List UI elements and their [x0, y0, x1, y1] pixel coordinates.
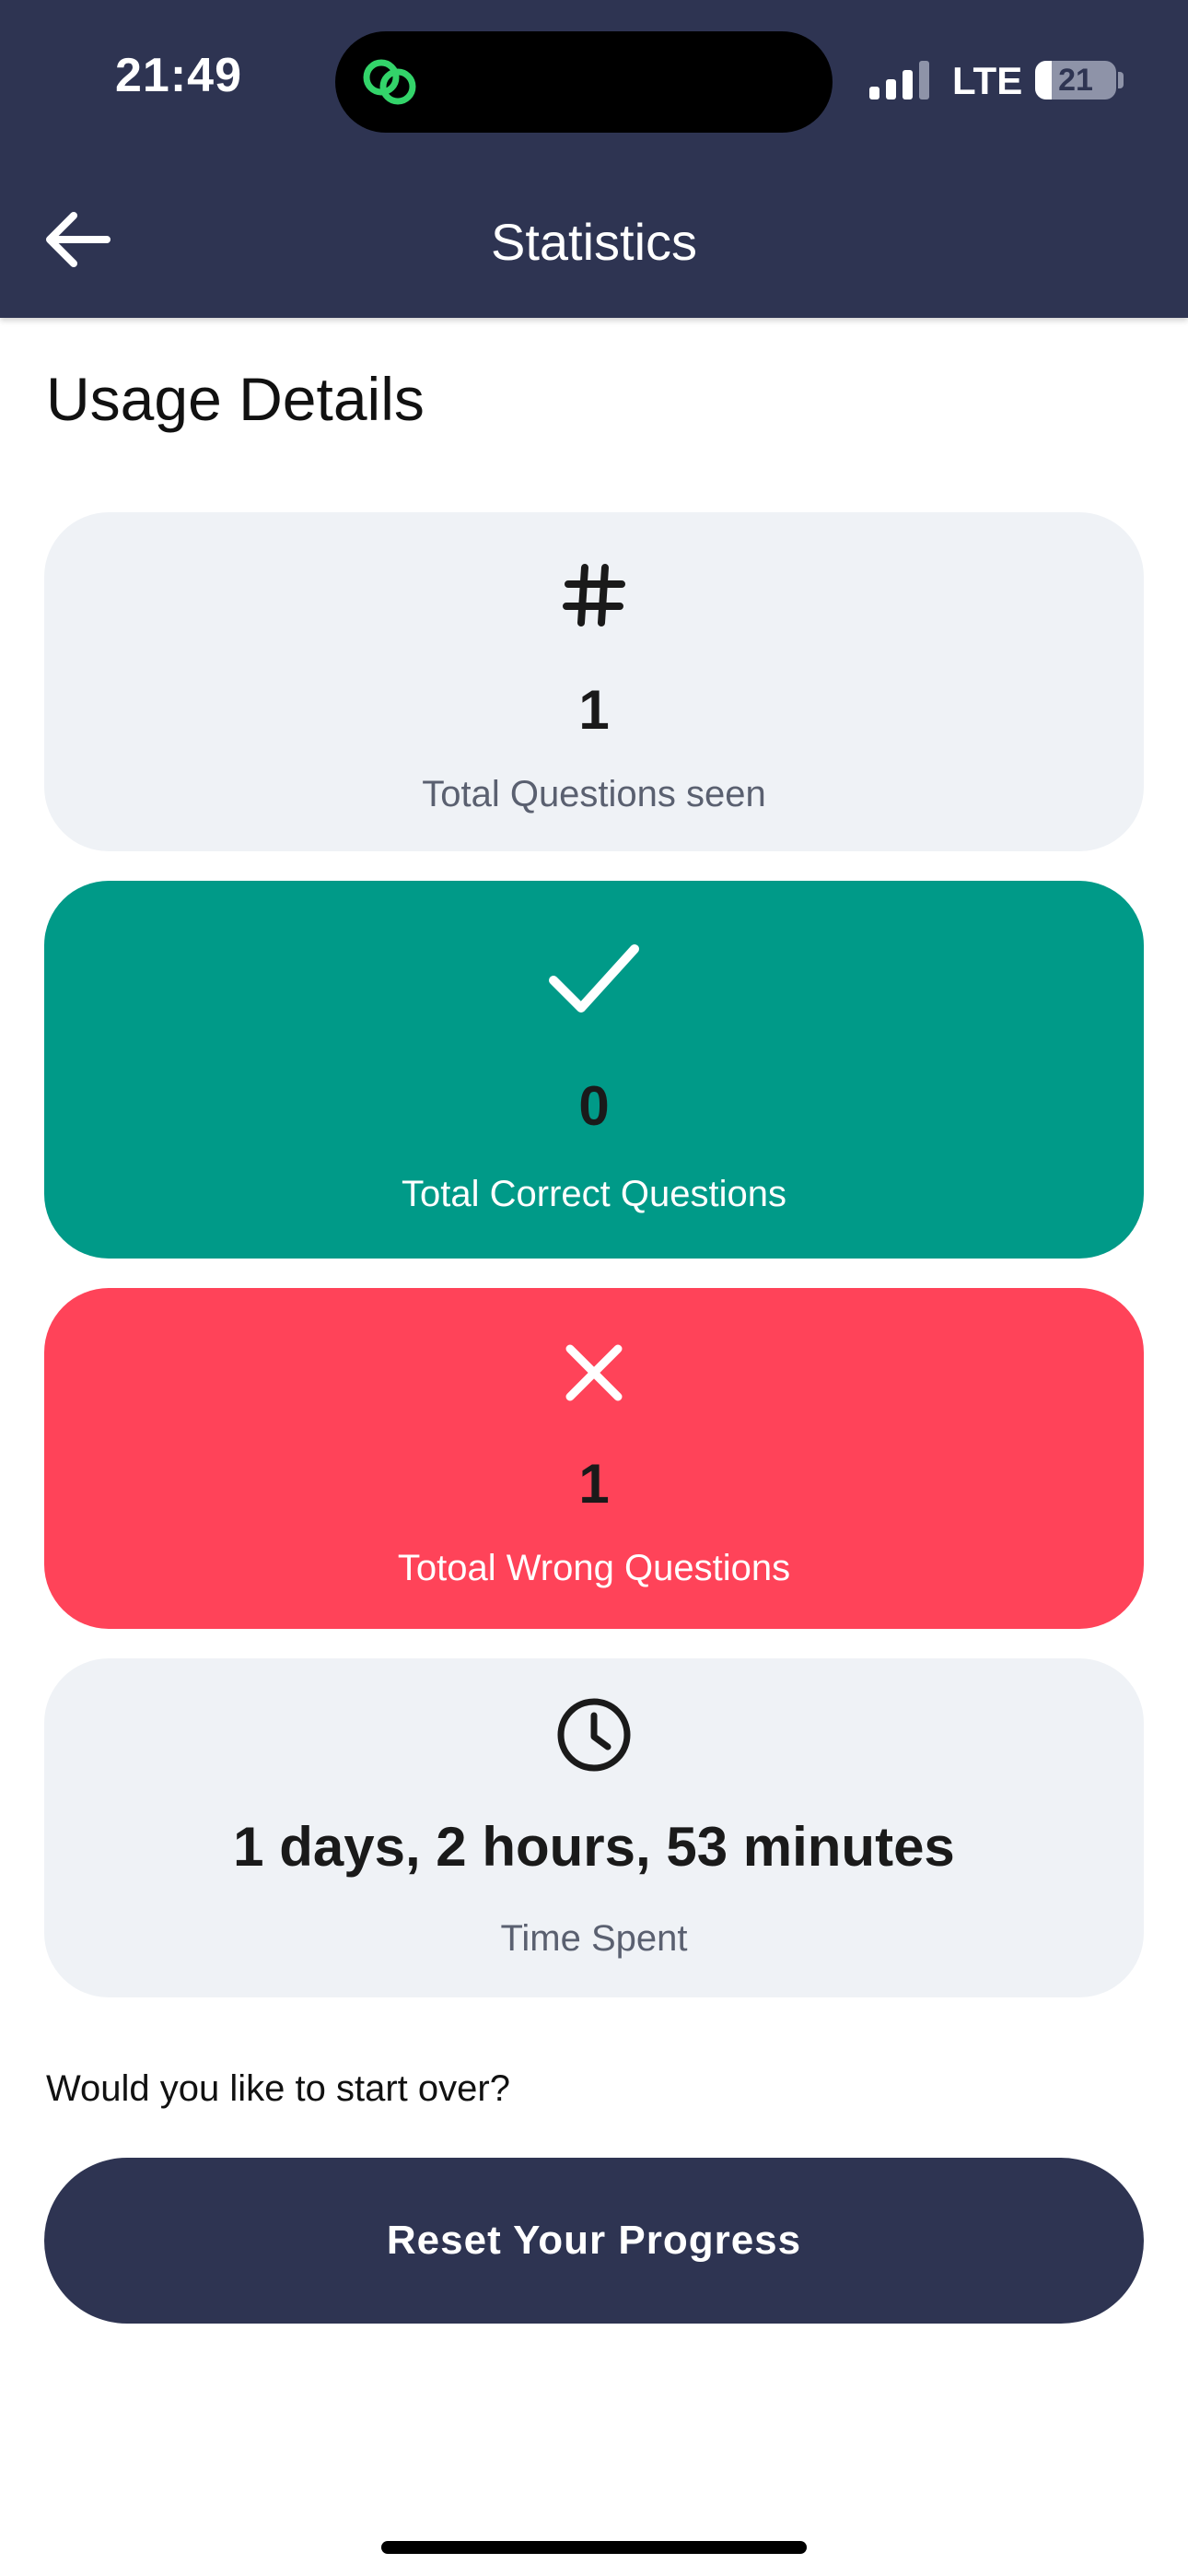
correct-questions-value: 0: [578, 1075, 610, 1137]
app-header: 21:49 LTE 21 Statistics: [0, 0, 1188, 318]
wrong-questions-label: Totoal Wrong Questions: [397, 1548, 791, 1588]
clock-icon: [557, 1698, 631, 1772]
wrong-questions-value: 1: [578, 1453, 610, 1515]
total-questions-label: Total Questions seen: [422, 774, 766, 814]
wrong-questions-card: 1 Totoal Wrong Questions: [44, 1288, 1144, 1629]
home-indicator[interactable]: [381, 2541, 807, 2554]
battery-cap: [1118, 72, 1124, 88]
chat-link-icon: [363, 59, 416, 105]
correct-questions-label: Total Correct Questions: [402, 1174, 786, 1214]
correct-questions-card: 0 Total Correct Questions: [44, 881, 1144, 1259]
total-questions-value: 1: [578, 679, 610, 741]
close-icon: [565, 1344, 623, 1401]
section-title: Usage Details: [46, 365, 425, 433]
hash-icon: [563, 564, 625, 626]
start-over-prompt: Would you like to start over?: [46, 2068, 510, 2109]
battery-icon: 21: [1035, 61, 1116, 100]
dynamic-island: [335, 31, 833, 133]
check-icon: [549, 944, 639, 1013]
signal-strength-icon: [869, 61, 929, 100]
time-spent-card: 1 days, 2 hours, 53 minutes Time Spent: [44, 1658, 1144, 1997]
network-type: LTE: [952, 59, 1023, 102]
reset-progress-button[interactable]: Reset Your Progress: [44, 2158, 1144, 2324]
total-questions-card: 1 Total Questions seen: [44, 512, 1144, 851]
battery-level: 21: [1058, 63, 1093, 98]
page-title: Statistics: [490, 213, 698, 271]
status-time: 21:49: [115, 49, 242, 102]
time-spent-label: Time Spent: [500, 1918, 688, 1959]
time-spent-value: 1 days, 2 hours, 53 minutes: [233, 1816, 955, 1878]
